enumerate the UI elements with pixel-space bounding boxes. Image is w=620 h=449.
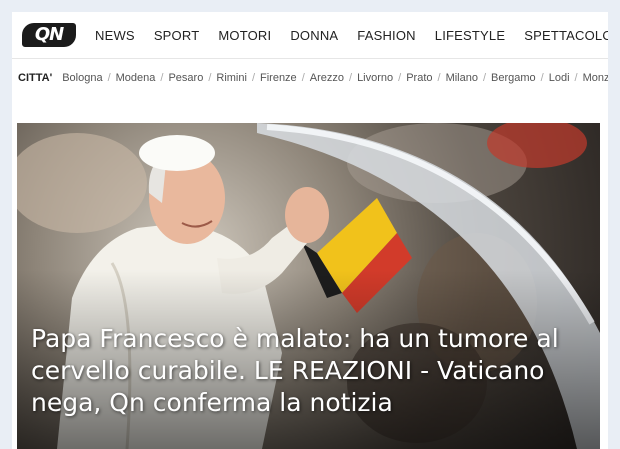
- city-separator: /: [398, 72, 402, 84]
- city-link-modena[interactable]: Modena: [116, 72, 156, 84]
- city-separator: /: [349, 72, 353, 84]
- city-separator: /: [540, 72, 544, 84]
- hero-headline[interactable]: Papa Francesco è malato: ha un tumore al…: [31, 323, 591, 419]
- city-bar: CITTA' Bologna / Modena / Pesaro / Rimini / …: [12, 59, 608, 97]
- city-separator: /: [437, 72, 441, 84]
- city-separator: /: [482, 72, 487, 84]
- city-separator: /: [160, 72, 164, 84]
- nav-item-spettacolo[interactable]: SPETTACOLO: [524, 28, 608, 43]
- city-link-monza[interactable]: Monza B: [583, 72, 608, 84]
- nav-item-donna[interactable]: DONNA: [290, 28, 338, 43]
- city-link-livorno[interactable]: Livorno: [357, 72, 393, 84]
- city-link-milano[interactable]: Milano: [446, 72, 478, 84]
- city-link-bergamo[interactable]: Bergamo: [491, 72, 536, 84]
- nav-item-news[interactable]: NEWS: [95, 28, 135, 43]
- city-separator: /: [574, 72, 578, 84]
- nav-item-motori[interactable]: MOTORI: [218, 28, 271, 43]
- city-link-bologna[interactable]: Bologna: [62, 72, 102, 84]
- city-link-pesaro[interactable]: Pesaro: [168, 72, 203, 84]
- city-link-rimini[interactable]: Rimini: [216, 72, 247, 84]
- hero-article[interactable]: Papa Francesco è malato: ha un tumore al…: [17, 123, 600, 449]
- qn-logo[interactable]: QN: [22, 23, 76, 47]
- city-separator: /: [107, 72, 111, 84]
- nav-item-fashion[interactable]: FASHION: [357, 28, 415, 43]
- city-label: CITTA': [18, 72, 53, 84]
- city-link-lodi[interactable]: Lodi: [549, 72, 570, 84]
- city-separator: /: [208, 72, 212, 84]
- nav-item-sport[interactable]: SPORT: [154, 28, 200, 43]
- city-separator: /: [301, 72, 305, 84]
- nav-item-lifestyle[interactable]: LIFESTYLE: [435, 28, 505, 43]
- top-navigation: QN NEWS SPORT MOTORI DONNA FASHION LIFES…: [12, 12, 608, 59]
- page: QN NEWS SPORT MOTORI DONNA FASHION LIFES…: [12, 12, 608, 449]
- city-link-prato[interactable]: Prato: [406, 72, 432, 84]
- city-link-arezzo[interactable]: Arezzo: [310, 72, 344, 84]
- city-separator: /: [251, 72, 255, 84]
- city-link-firenze[interactable]: Firenze: [260, 72, 297, 84]
- nav-menu: NEWS SPORT MOTORI DONNA FASHION LIFESTYL…: [95, 12, 608, 58]
